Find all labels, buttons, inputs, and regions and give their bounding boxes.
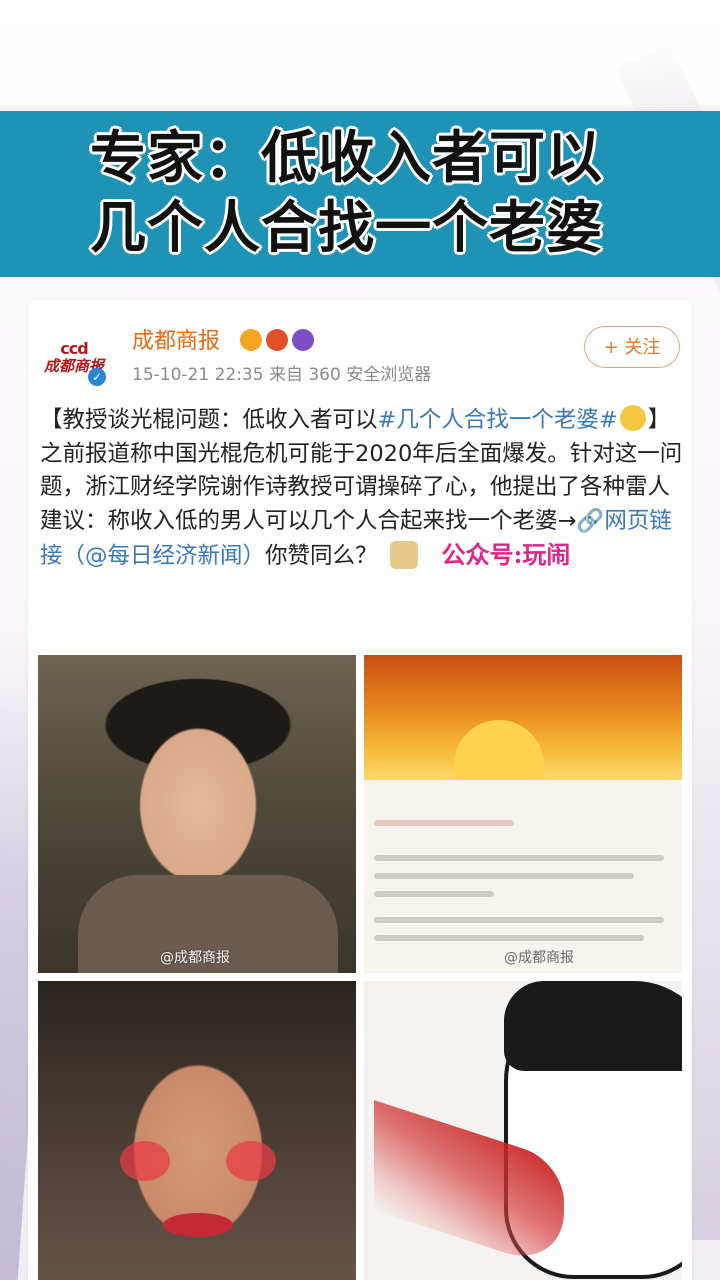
image-detail: [120, 1141, 170, 1181]
badge-icon: [292, 329, 314, 351]
hashtag-link[interactable]: #几个人合找一个老婆#: [378, 407, 618, 433]
watermark-text: 公众号:玩闹: [441, 540, 571, 569]
image-watermark: @成都商报: [504, 950, 574, 966]
post-text-part: 你赞同么？: [265, 543, 378, 569]
banner-title-line-2: 几个人合找一个老婆: [90, 196, 603, 261]
image-detail: [163, 1213, 233, 1237]
badge-icon: [240, 329, 262, 351]
image-detail: [374, 935, 644, 941]
doge-emoji-icon: [389, 541, 418, 569]
screenshot-page: 专家：低收入者可以 几个人合找一个老婆 ccd 成都商报 ✓ 成都商报 15-1…: [0, 0, 720, 1280]
image-detail: [504, 981, 682, 1071]
image-detail: [374, 820, 514, 826]
post-meta: 15-10-21 22:35 来自 360 安全浏览器: [132, 365, 432, 385]
user-badges: [240, 329, 314, 351]
post-body: 【教授谈光棍问题：低收入者可以#几个人合找一个老婆# 】之前报道称中国光棍危机可能…: [40, 404, 684, 574]
banner-title-line-1: 专家：低收入者可以: [90, 126, 603, 191]
image-detail: [226, 1141, 276, 1181]
emoji-icon: [619, 405, 646, 431]
title-banner: 专家：低收入者可以 几个人合找一个老婆: [0, 111, 720, 277]
post-image-3[interactable]: [38, 981, 356, 1280]
follow-button[interactable]: + 关注: [584, 326, 680, 368]
weibo-post-card: ccd 成都商报 ✓ 成都商报 15-10-21 22:35 来自 360 安全…: [28, 300, 692, 1280]
post-image-1[interactable]: @成都商报: [38, 655, 356, 973]
badge-icon: [266, 329, 288, 351]
post-image-2[interactable]: @成都商报: [364, 655, 682, 973]
image-watermark: @成都商报: [160, 950, 230, 966]
background-decoration: [690, 620, 720, 1240]
image-detail: [374, 891, 494, 897]
image-detail: [374, 855, 664, 861]
post-text-part: 【教授谈光棍问题：低收入者可以: [40, 407, 378, 433]
logo-mark: ccd: [60, 339, 88, 358]
mention-link[interactable]: （@每日经济新闻）: [63, 543, 266, 569]
user-name[interactable]: 成都商报: [132, 328, 220, 356]
verified-icon: ✓: [88, 368, 106, 386]
post-image-4[interactable]: [364, 981, 682, 1280]
image-detail: [374, 917, 664, 923]
image-detail: [374, 873, 634, 879]
